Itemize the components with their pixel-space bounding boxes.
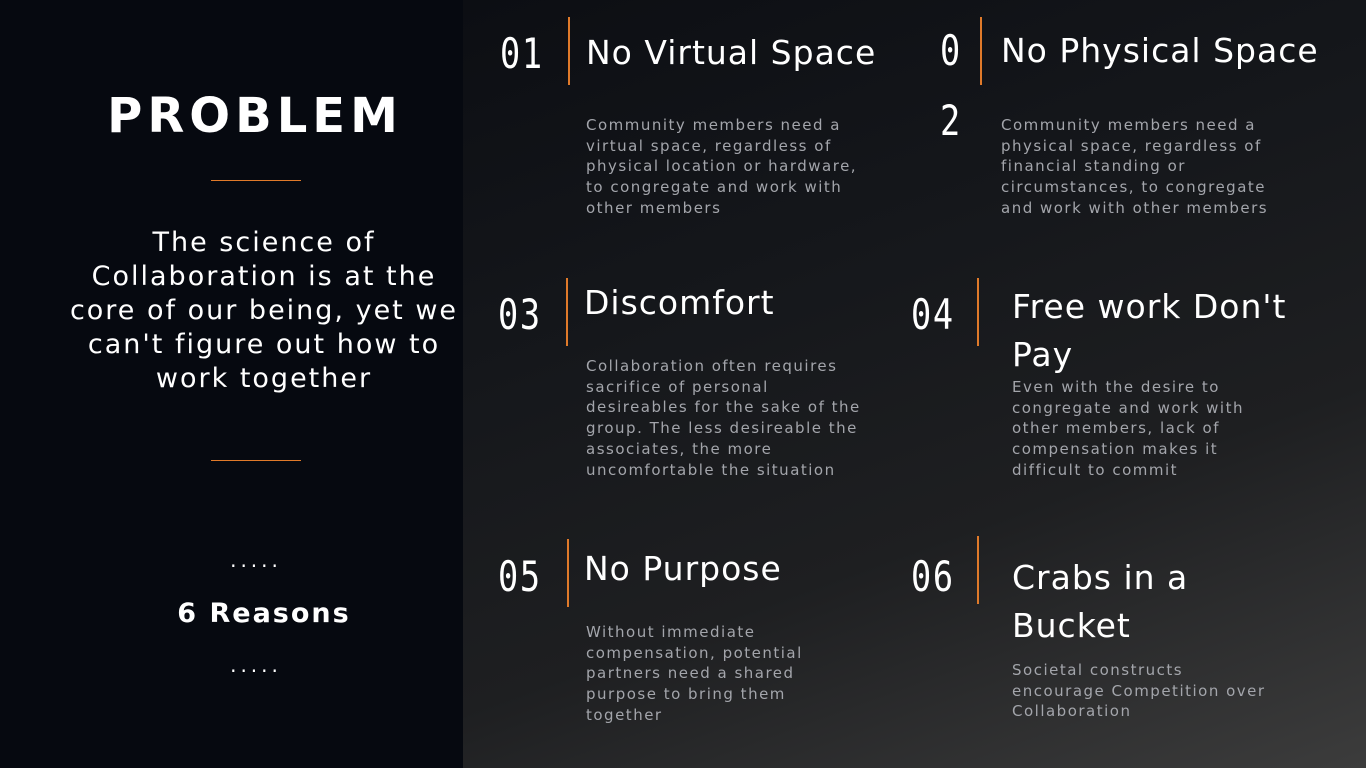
accent-bar: [980, 17, 982, 85]
reason-number-line1: 0: [940, 26, 961, 75]
reason-description: Without immediate compensation, potentia…: [586, 623, 803, 724]
reason-title: No Virtual Space: [586, 33, 877, 72]
left-panel: PROBLEM The science of Collaboration is …: [0, 0, 463, 768]
divider-bottom: [211, 460, 301, 461]
reason-title: No Physical Space: [1001, 31, 1319, 70]
accent-bar: [566, 278, 568, 346]
reason-number: 03: [498, 290, 542, 339]
reason-description: Even with the desire to congregate and w…: [1012, 378, 1244, 479]
reason-number: 05: [498, 552, 542, 601]
accent-bar: [567, 539, 569, 607]
reason-description: Societal constructs encourage Competitio…: [1012, 661, 1266, 721]
reason-description: Community members need a virtual space, …: [586, 116, 858, 217]
reason-number: 04: [911, 290, 955, 339]
reason-title: No Purpose: [584, 549, 782, 588]
accent-bar: [568, 17, 570, 85]
dots-bottom: .....: [230, 653, 282, 677]
divider-top: [211, 180, 301, 181]
reason-title: Discomfort: [584, 283, 775, 322]
slide-title: PROBLEM: [107, 88, 403, 144]
accent-bar: [977, 278, 979, 346]
dots-top: .....: [230, 548, 282, 572]
reason-description: Collaboration often requires sacrifice o…: [586, 357, 861, 479]
reason-number: 0 2: [940, 16, 960, 156]
reason-description: Community members need a physical space,…: [1001, 116, 1269, 217]
reason-title: Free work Don't Pay: [1012, 287, 1287, 374]
reason-number: 01: [500, 29, 544, 78]
problem-slide: PROBLEM The science of Collaboration is …: [0, 0, 1366, 768]
accent-bar: [977, 536, 979, 604]
reason-title: Crabs in a Bucket: [1012, 558, 1189, 645]
reason-number: 06: [911, 552, 955, 601]
tagline: The science of Collaboration is at the c…: [69, 227, 459, 394]
reason-number-line2: 2: [940, 96, 961, 145]
reasons-count: 6 Reasons: [177, 598, 351, 629]
